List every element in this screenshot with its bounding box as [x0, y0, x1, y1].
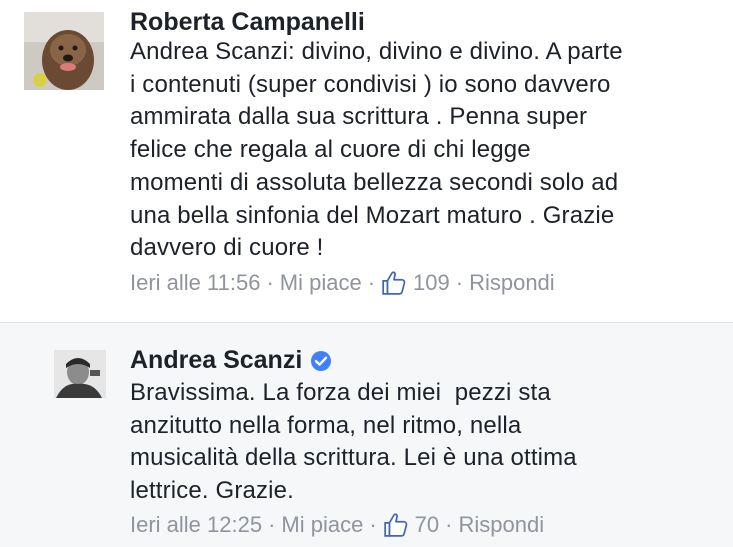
- reply-button[interactable]: Rispondi: [469, 270, 555, 296]
- separator-dot: ·: [266, 270, 274, 295]
- comment-actions: Ieri alle 12:25 · Mi piace · 70 · Rispon…: [130, 512, 544, 538]
- thumbs-up-icon[interactable]: [381, 270, 407, 296]
- separator-dot: ·: [369, 512, 377, 537]
- dog-avatar-image: [24, 12, 104, 90]
- separator-dot: ·: [455, 270, 464, 295]
- comment-actions: Ieri alle 11:56 · Mi piace · 109 · Rispo…: [130, 270, 555, 296]
- comment-text: Andrea Scanzi: divino, divino e divino. …: [130, 38, 623, 262]
- separator-dot: ·: [367, 270, 376, 295]
- author-name[interactable]: Andrea Scanzi: [130, 346, 302, 374]
- comment-timestamp[interactable]: Ieri alle 12:25: [130, 512, 262, 538]
- reply-button[interactable]: Rispondi: [458, 512, 544, 538]
- comment-author[interactable]: Andrea Scanzi: [130, 346, 332, 375]
- separator-dot: ·: [445, 512, 453, 537]
- separator-dot: ·: [268, 512, 276, 537]
- like-button[interactable]: Mi piace: [281, 512, 363, 538]
- comment-roberta: Roberta Campanelli Andrea Scanzi: divino…: [0, 0, 733, 322]
- thumbs-up-icon[interactable]: [383, 512, 409, 538]
- avatar[interactable]: [24, 12, 104, 90]
- like-button[interactable]: Mi piace: [280, 270, 362, 296]
- avatar[interactable]: [54, 350, 106, 398]
- comment-text: Bravissima. La forza dei miei pezzi sta …: [130, 379, 577, 505]
- comment-timestamp[interactable]: Ieri alle 11:56: [130, 270, 260, 296]
- like-count[interactable]: 109: [413, 270, 450, 296]
- like-count[interactable]: 70: [415, 512, 439, 538]
- verified-badge-icon: [311, 351, 332, 372]
- comment-author[interactable]: Roberta Campanelli: [130, 8, 365, 37]
- person-avatar-image: [54, 350, 106, 398]
